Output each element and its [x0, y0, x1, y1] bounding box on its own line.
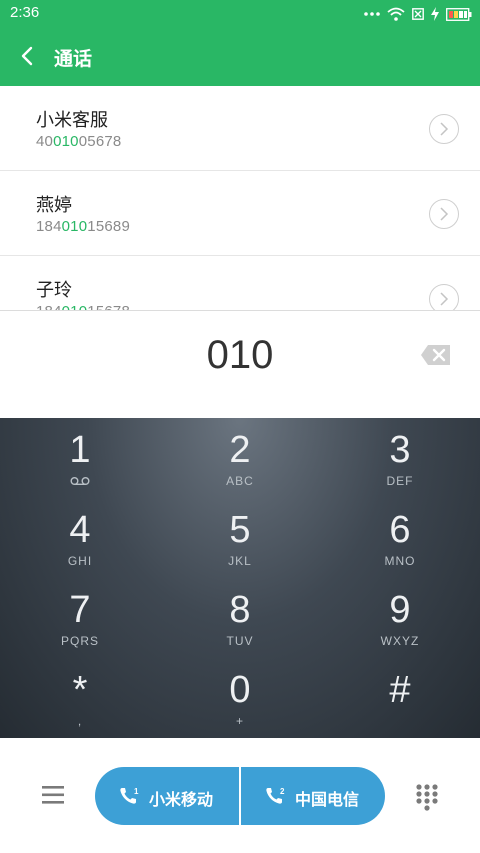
key-1[interactable]: 1 [0, 418, 160, 498]
dialpad-toggle-button[interactable] [414, 782, 440, 812]
key-digit: 7 [69, 589, 91, 631]
key-letters: TUV [226, 634, 254, 648]
key-letters: , [77, 714, 83, 728]
sim2-label: 中国电信 [295, 790, 360, 809]
wifi-icon [387, 7, 405, 21]
key-digit: 4 [69, 509, 91, 551]
menu-icon [42, 786, 64, 804]
key-6[interactable]: 6 MNO [320, 498, 480, 578]
call-sim2-button[interactable]: 2 中国电信 [241, 767, 385, 825]
key-letters: WXYZ [380, 634, 420, 648]
key-digit: 0 [229, 669, 251, 711]
contact-number: 18401015678 [36, 303, 130, 310]
dialpad-icon [416, 784, 438, 811]
phone-sim1-icon: 1 [120, 787, 139, 804]
more-dots-icon [364, 12, 380, 16]
dialed-number[interactable]: 010 [0, 333, 480, 378]
key-digit: # [389, 669, 411, 711]
contact-name: 小米客服 [36, 110, 108, 131]
key-9[interactable]: 9 WXYZ [320, 578, 480, 658]
dial-action-bar: 1 小米移动 2 中国电信 [0, 738, 480, 853]
menu-button[interactable] [38, 782, 68, 808]
key-letters: MNO [384, 554, 416, 568]
svg-text:1: 1 [134, 787, 139, 796]
chevron-right-icon [440, 292, 449, 306]
key-letters: ABC [226, 474, 254, 488]
battery-icon [446, 7, 472, 21]
key-star[interactable]: * , [0, 658, 160, 738]
app-bar: 通话 [0, 28, 480, 86]
key-4[interactable]: 4 GHI [0, 498, 160, 578]
back-arrow-icon [21, 46, 33, 66]
key-digit: 8 [229, 589, 251, 631]
key-digit: 3 [389, 429, 411, 471]
key-hash[interactable]: # [320, 658, 480, 738]
chevron-right-icon [440, 122, 449, 136]
dial-input-area: 010 [0, 310, 480, 419]
status-bar: 2:36 [0, 0, 480, 28]
key-7[interactable]: 7 PQRS [0, 578, 160, 658]
key-digit: 6 [389, 509, 411, 551]
key-digit: 9 [389, 589, 411, 631]
status-icons [364, 5, 472, 23]
contact-row[interactable]: 子玲 18401015678 [0, 256, 480, 310]
page-title: 通话 [54, 48, 93, 70]
signal-icon [412, 8, 424, 20]
charging-icon [431, 7, 439, 21]
key-letters: JKL [228, 554, 252, 568]
contact-detail-button[interactable] [429, 199, 459, 229]
contact-row[interactable]: 燕婷 18401015689 [0, 171, 480, 256]
key-letters: GHI [67, 554, 93, 568]
contact-detail-button[interactable] [429, 114, 459, 144]
key-5[interactable]: 5 JKL [160, 498, 320, 578]
key-digit: 1 [69, 429, 91, 471]
backspace-icon [421, 345, 450, 365]
sim1-label: 小米移动 [149, 790, 214, 809]
contact-number: 4001005678 [36, 133, 122, 150]
status-time: 2:36 [10, 4, 40, 21]
dial-keypad: 1 2 ABC 3 DEF 4 GHI 5 JKL 6 MNO 7 PQRS 8… [0, 418, 480, 738]
svg-text:2: 2 [280, 787, 285, 796]
key-digit: 2 [229, 429, 251, 471]
contact-number: 18401015689 [36, 218, 130, 235]
key-3[interactable]: 3 DEF [320, 418, 480, 498]
contact-detail-button[interactable] [429, 284, 459, 310]
chevron-right-icon [440, 207, 449, 221]
backspace-button[interactable] [420, 344, 452, 366]
contact-results-list[interactable]: 小米客服 4001005678 燕婷 18401015689 子玲 184010… [0, 86, 480, 310]
key-digit: 5 [229, 509, 251, 551]
key-letters: + [235, 714, 244, 728]
contact-name: 燕婷 [36, 195, 72, 216]
phone-sim2-icon: 2 [266, 787, 285, 804]
key-digit: * [72, 669, 88, 711]
call-sim1-button[interactable]: 1 小米移动 [95, 767, 239, 825]
contact-name: 子玲 [36, 280, 72, 301]
voicemail-icon [70, 477, 90, 486]
key-letters: DEF [386, 474, 414, 488]
key-0[interactable]: 0 + [160, 658, 320, 738]
key-8[interactable]: 8 TUV [160, 578, 320, 658]
contact-row[interactable]: 小米客服 4001005678 [0, 86, 480, 171]
key-2[interactable]: 2 ABC [160, 418, 320, 498]
key-letters: PQRS [60, 634, 99, 648]
back-button[interactable] [14, 42, 42, 72]
